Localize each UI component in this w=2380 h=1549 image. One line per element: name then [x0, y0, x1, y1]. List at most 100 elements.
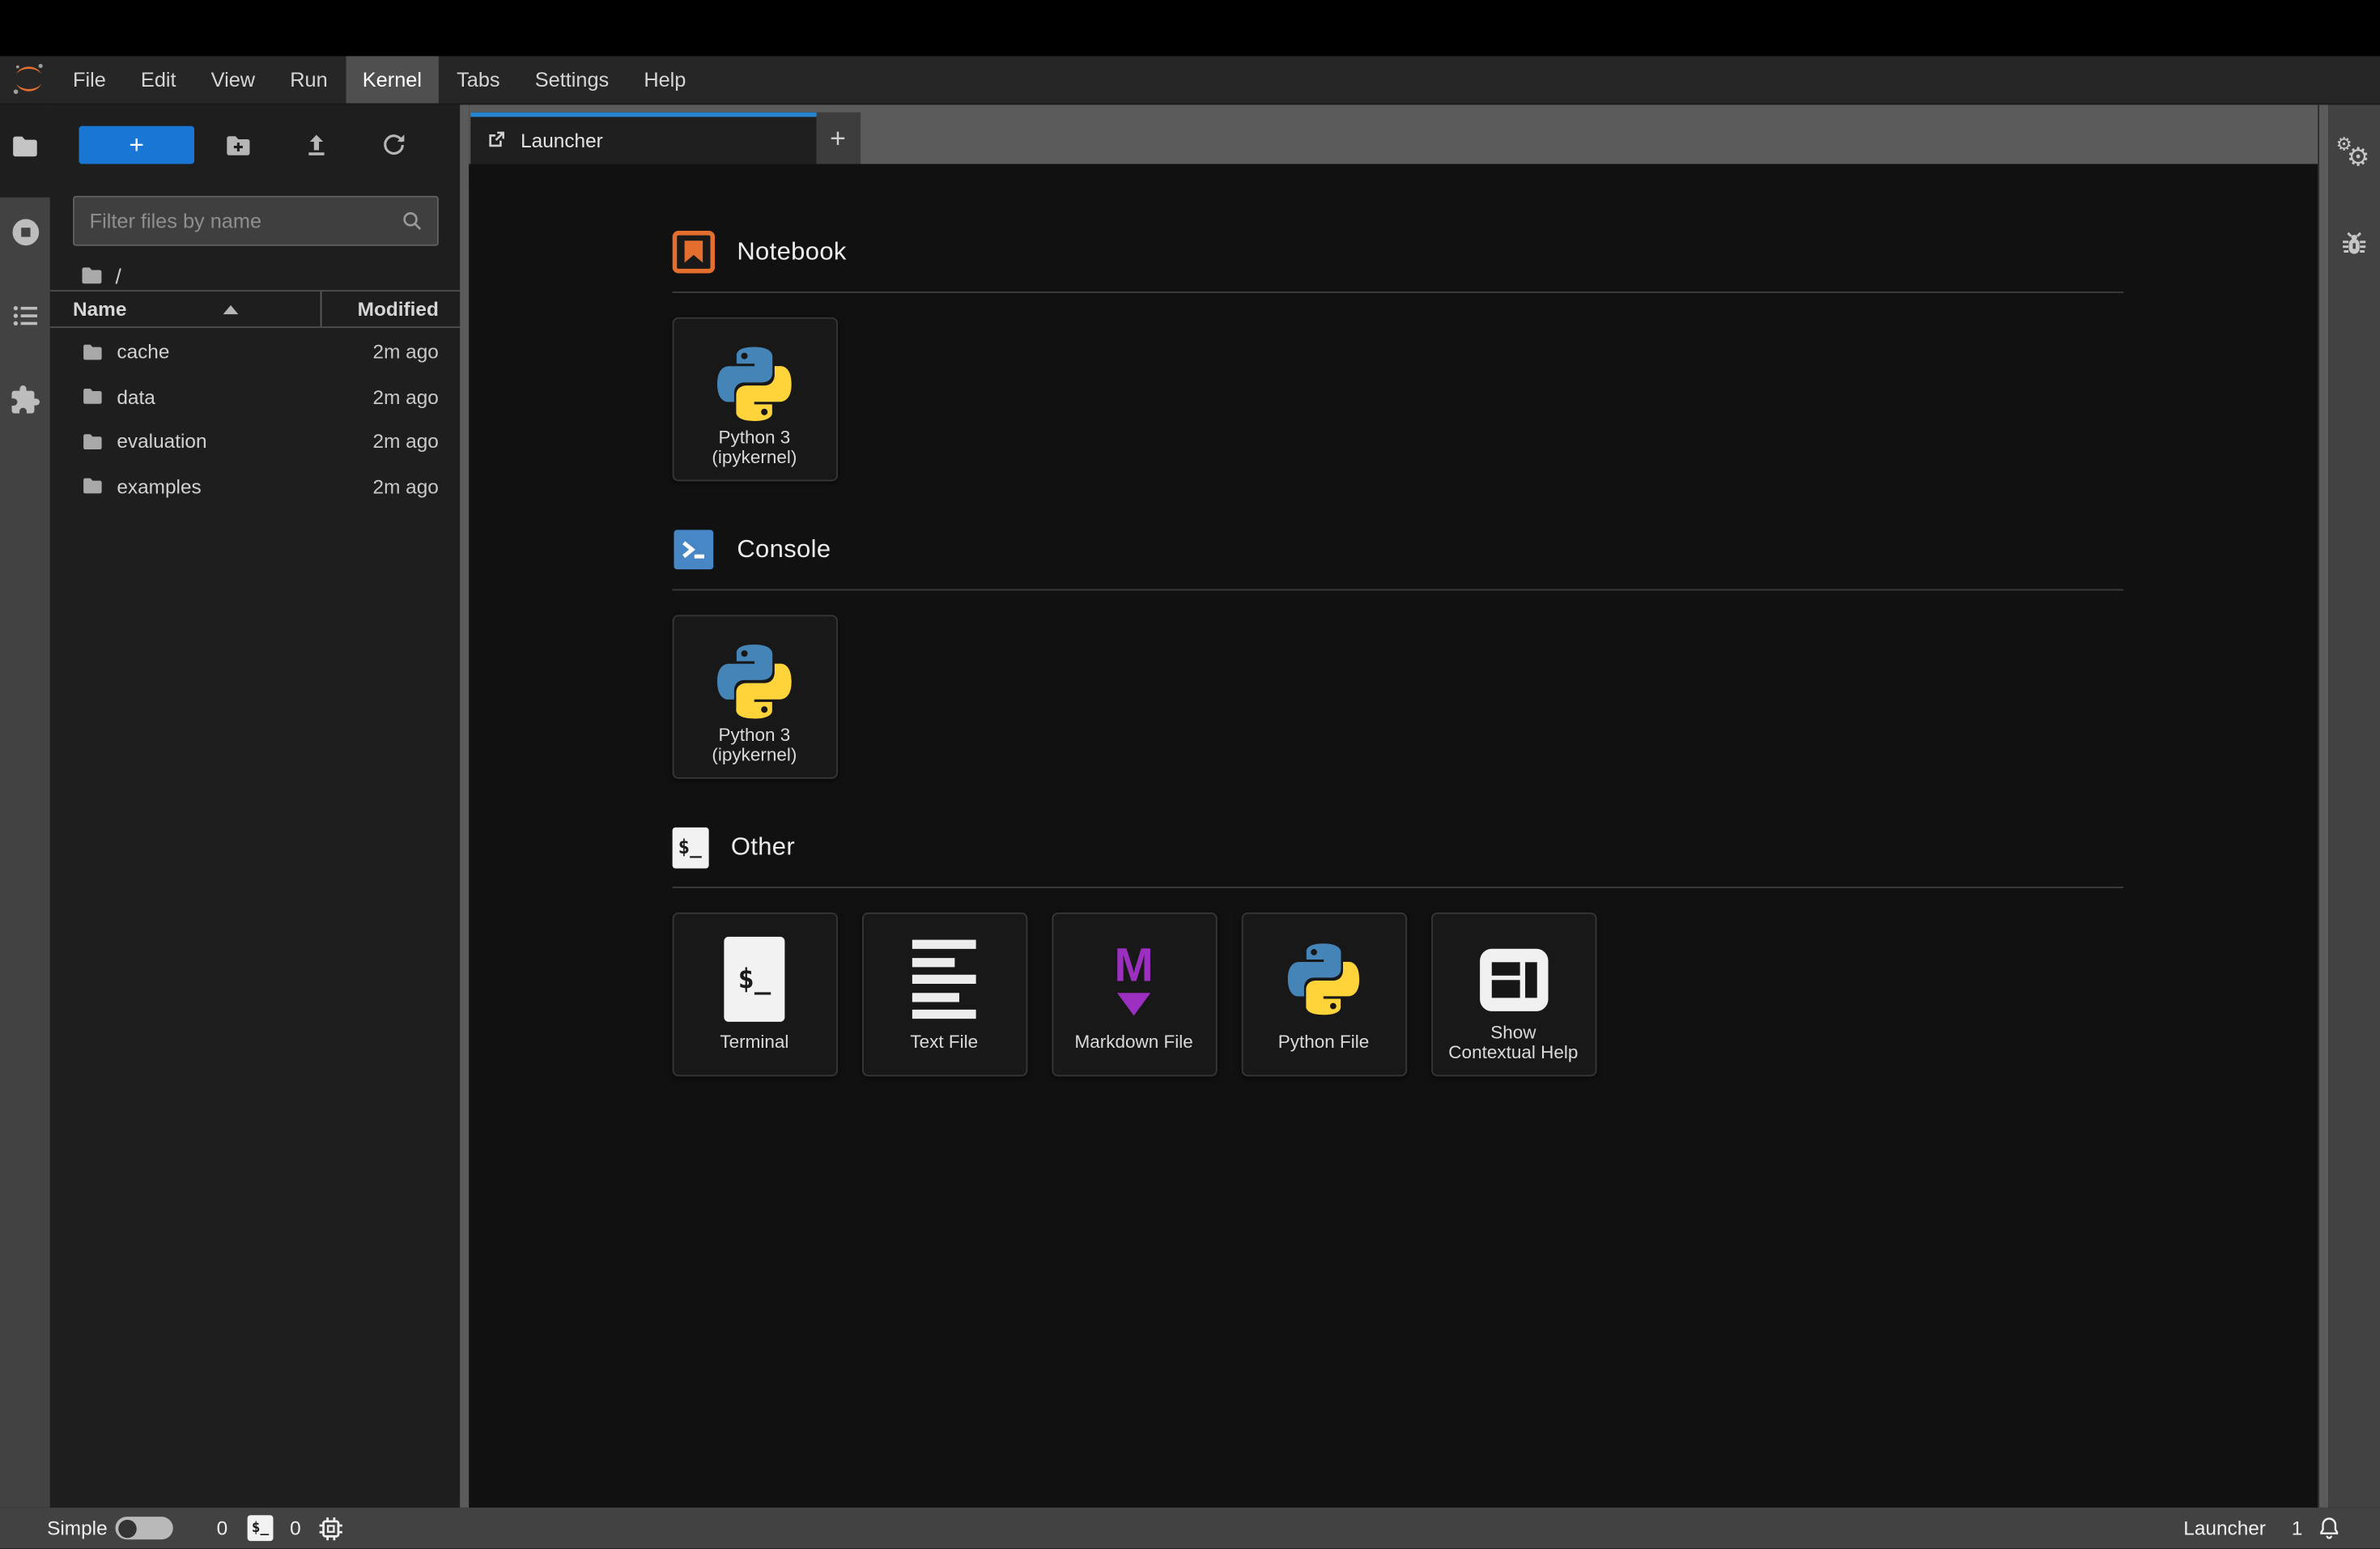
main-dock-area: Launcher + Notebook Python 3 (ipykernel)… — [468, 104, 2318, 1508]
left-activity-bar — [0, 104, 50, 1508]
workspace: + Filter files by name / Name Modified c… — [0, 104, 2380, 1508]
jupyter-logo-icon — [13, 63, 43, 95]
python-logo-icon — [1243, 934, 1405, 1025]
home-folder-icon[interactable] — [79, 262, 105, 288]
file-row-cache[interactable]: cache 2m ago — [50, 330, 460, 374]
card-label: Python 3 (ipykernel) — [712, 723, 797, 765]
launcher-card-python-file[interactable]: Python File — [1240, 912, 1407, 1077]
file-name: examples — [117, 474, 202, 498]
file-row-evaluation[interactable]: evaluation 2m ago — [50, 419, 460, 464]
file-browser-panel: + Filter files by name / Name Modified c… — [49, 104, 461, 1508]
right-activity-bar: ⚙ ⚙ — [2328, 104, 2380, 1508]
console-icon — [673, 530, 713, 570]
new-tab-button[interactable]: + — [815, 111, 861, 164]
python-logo-icon — [674, 636, 836, 728]
section-title: Notebook — [737, 237, 847, 266]
launcher-card-text-file[interactable]: Text File — [861, 912, 1027, 1077]
menu-item-tabs[interactable]: Tabs — [440, 56, 516, 102]
terminals-count[interactable]: 0 — [217, 1517, 228, 1539]
extensions-icon[interactable] — [0, 370, 50, 431]
breadcrumb-root: / — [115, 263, 121, 288]
menu-item-view[interactable]: View — [194, 56, 272, 102]
folder-icon — [83, 433, 102, 449]
menu-item-help[interactable]: Help — [627, 56, 703, 102]
launcher-section-notebook: Notebook Python 3 (ipykernel) — [671, 231, 2123, 482]
filter-files-input[interactable] — [74, 208, 400, 232]
table-of-contents-icon[interactable] — [0, 285, 50, 346]
folder-icon — [83, 389, 102, 405]
current-activity-label: Launcher — [2183, 1517, 2266, 1540]
kernels-count[interactable]: 0 — [290, 1517, 301, 1539]
jupyterlab-window: File Edit View Run Kernel Tabs Settings … — [0, 0, 2380, 1549]
launcher-card-terminal[interactable]: $_ Terminal — [671, 912, 838, 1077]
section-title: Console — [737, 534, 831, 563]
file-list-header: Name Modified — [49, 290, 461, 328]
file-modified: 2m ago — [372, 340, 439, 364]
sidebar-splitter[interactable] — [460, 104, 469, 1508]
file-browser-icon[interactable] — [0, 116, 50, 177]
search-icon — [403, 211, 422, 229]
launcher-section-other: $_ Other $_ Terminal Text File M Markdow… — [671, 826, 2123, 1077]
upload-button[interactable] — [298, 127, 334, 164]
status-bar: Simple 0 $_ 0 Launcher 1 — [0, 1507, 2380, 1549]
launcher-card-markdown-file[interactable]: M Markdown File — [1051, 912, 1217, 1077]
notifications-count[interactable]: 1 — [2292, 1517, 2303, 1539]
menu-item-run[interactable]: Run — [274, 56, 345, 102]
file-name: data — [117, 385, 155, 408]
new-folder-button[interactable] — [220, 127, 257, 164]
file-modified: 2m ago — [372, 474, 439, 498]
tab-launcher[interactable]: Launcher — [470, 111, 816, 164]
new-launcher-button[interactable]: + — [79, 126, 194, 164]
card-label: Markdown File — [1074, 1031, 1193, 1053]
file-row-examples[interactable]: examples 2m ago — [50, 464, 460, 509]
property-inspector-icon[interactable]: ⚙ ⚙ — [2328, 127, 2380, 188]
folder-icon — [83, 344, 102, 360]
kernel-chip-icon[interactable] — [317, 1514, 345, 1542]
launcher-tab-icon — [489, 131, 504, 147]
menu-item-kernel[interactable]: Kernel — [346, 56, 439, 103]
launcher-card-show-contextual-help[interactable]: Show Contextual Help — [1430, 912, 1596, 1077]
section-divider — [671, 887, 2123, 888]
status-bar-left: Simple 0 $_ 0 — [0, 1514, 345, 1542]
column-header-name[interactable]: Name — [50, 298, 126, 321]
python-logo-icon — [674, 338, 836, 430]
column-header-modified[interactable]: Modified — [320, 292, 461, 327]
notebook-icon — [671, 231, 715, 274]
contextual-help-icon — [1432, 934, 1595, 1025]
file-modified: 2m ago — [372, 430, 439, 453]
file-browser-toolbar: + — [50, 126, 460, 165]
launcher-panel: Notebook Python 3 (ipykernel) Console Py… — [468, 163, 2318, 1508]
top-black-strip — [0, 0, 2380, 57]
launcher-card-console-python3[interactable]: Python 3 (ipykernel) — [671, 615, 838, 779]
file-name: cache — [117, 340, 170, 364]
terminal-icon: $_ — [671, 826, 708, 868]
section-title: Other — [730, 832, 796, 861]
file-row-data[interactable]: data 2m ago — [50, 374, 460, 419]
debugger-icon[interactable] — [2328, 213, 2380, 274]
menu-item-file[interactable]: File — [56, 56, 122, 102]
simple-interface-toggle[interactable] — [115, 1517, 173, 1540]
file-list: cache 2m ago data 2m ago evaluation 2m a… — [50, 330, 460, 509]
menu-item-edit[interactable]: Edit — [124, 56, 193, 102]
status-bar-right: Launcher 1 — [2183, 1515, 2380, 1541]
running-kernels-icon[interactable] — [0, 201, 50, 262]
folder-icon — [83, 479, 102, 494]
terminal-icon: $_ — [674, 934, 836, 1025]
card-label: Show Contextual Help — [1448, 1020, 1579, 1063]
text-file-icon — [863, 934, 1026, 1025]
bell-icon[interactable] — [2316, 1515, 2342, 1541]
launcher-card-notebook-python3[interactable]: Python 3 (ipykernel) — [671, 317, 838, 482]
menu-bar: File Edit View Run Kernel Tabs Settings … — [0, 56, 2380, 104]
launcher-section-console: Console Python 3 (ipykernel) — [671, 529, 2123, 779]
breadcrumb: / — [79, 257, 121, 294]
card-label: Python 3 (ipykernel) — [712, 425, 797, 468]
terminal-icon[interactable]: $_ — [247, 1515, 274, 1542]
right-sidebar-splitter[interactable] — [2317, 104, 2329, 1508]
refresh-button[interactable] — [375, 127, 411, 164]
menu-item-settings[interactable]: Settings — [518, 56, 626, 102]
card-label: Text File — [910, 1031, 979, 1053]
filter-files-box — [73, 194, 439, 245]
markdown-icon: M — [1052, 934, 1215, 1025]
card-label: Python File — [1277, 1031, 1370, 1053]
section-divider — [671, 292, 2123, 293]
